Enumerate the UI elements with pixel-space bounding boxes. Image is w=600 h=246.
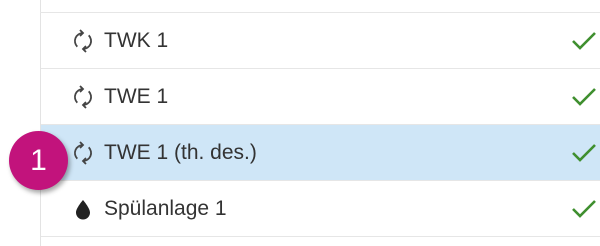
water-drop-icon [72,197,94,221]
list-item-label: Spülanlage 1 [104,196,227,220]
check-icon [571,30,597,52]
sync-icon [72,140,94,165]
list-item-label: TWE 1 (th. des.) [104,140,257,164]
check-icon [571,142,597,164]
list-item-spuelanlage-1[interactable]: Spülanlage 1 [41,181,600,237]
list-item-twk-1[interactable]: TWK 1 [41,13,600,69]
sync-icon [72,28,94,53]
list-item-twe-1[interactable]: TWE 1 [41,69,600,125]
system-list: TWK 1 TWE 1 TWE 1 (th. des.) Spülanlage … [41,13,600,237]
check-icon [571,86,597,108]
system-list-panel: TWK 1 TWE 1 TWE 1 (th. des.) Spülanlage … [0,0,600,246]
list-item-label: TWE 1 [104,84,169,108]
callout-badge: 1 [9,131,68,190]
list-item-twe-1-th-des[interactable]: TWE 1 (th. des.) [41,125,600,181]
list-item-label: TWK 1 [104,28,169,52]
sync-icon [72,84,94,109]
check-icon [571,198,597,220]
